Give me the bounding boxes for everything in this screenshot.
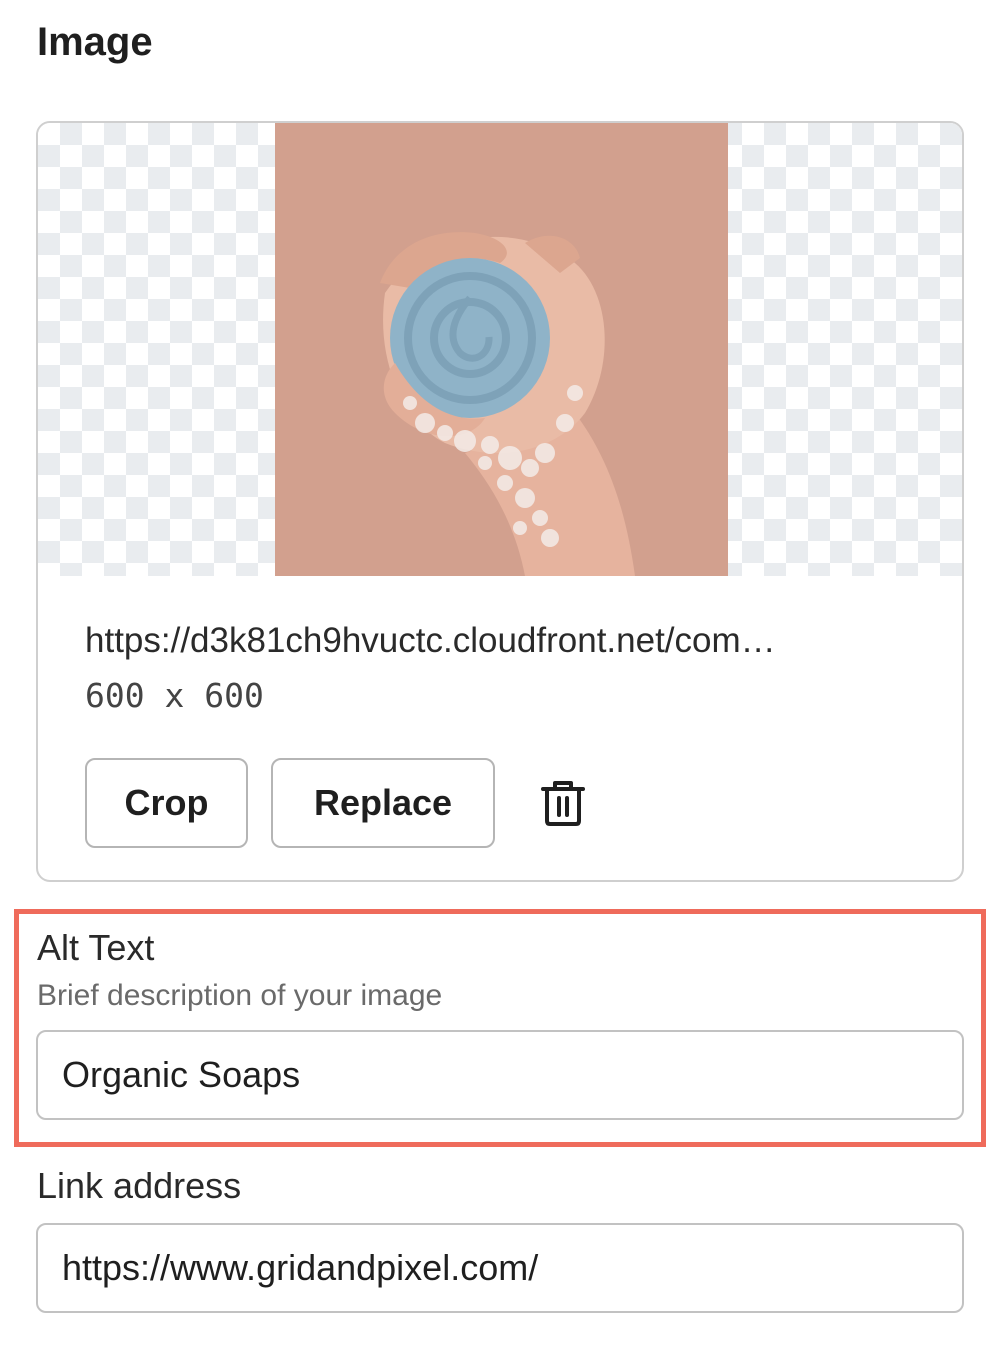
product-photo [275,123,728,576]
image-settings-panel: Image https://d3k81ch9hvuctc.cloudfront.… [0,0,1000,1345]
link-address-label: Link address [37,1165,242,1206]
image-url: https://d3k81ch9hvuctc.cloudfront.net/co… [85,621,776,660]
section-title: Image [37,20,153,64]
alt-text-help: Brief description of your image [37,979,443,1012]
image-preview [38,123,962,576]
link-address-input[interactable] [36,1223,964,1313]
crop-button[interactable]: Crop [85,758,248,848]
alt-text-label: Alt Text [37,927,155,968]
image-card: https://d3k81ch9hvuctc.cloudfront.net/co… [36,121,964,882]
replace-button[interactable]: Replace [271,758,495,848]
trash-icon[interactable] [535,775,591,831]
image-dimensions: 600 x 600 [85,676,264,715]
alt-text-input[interactable] [36,1030,964,1120]
